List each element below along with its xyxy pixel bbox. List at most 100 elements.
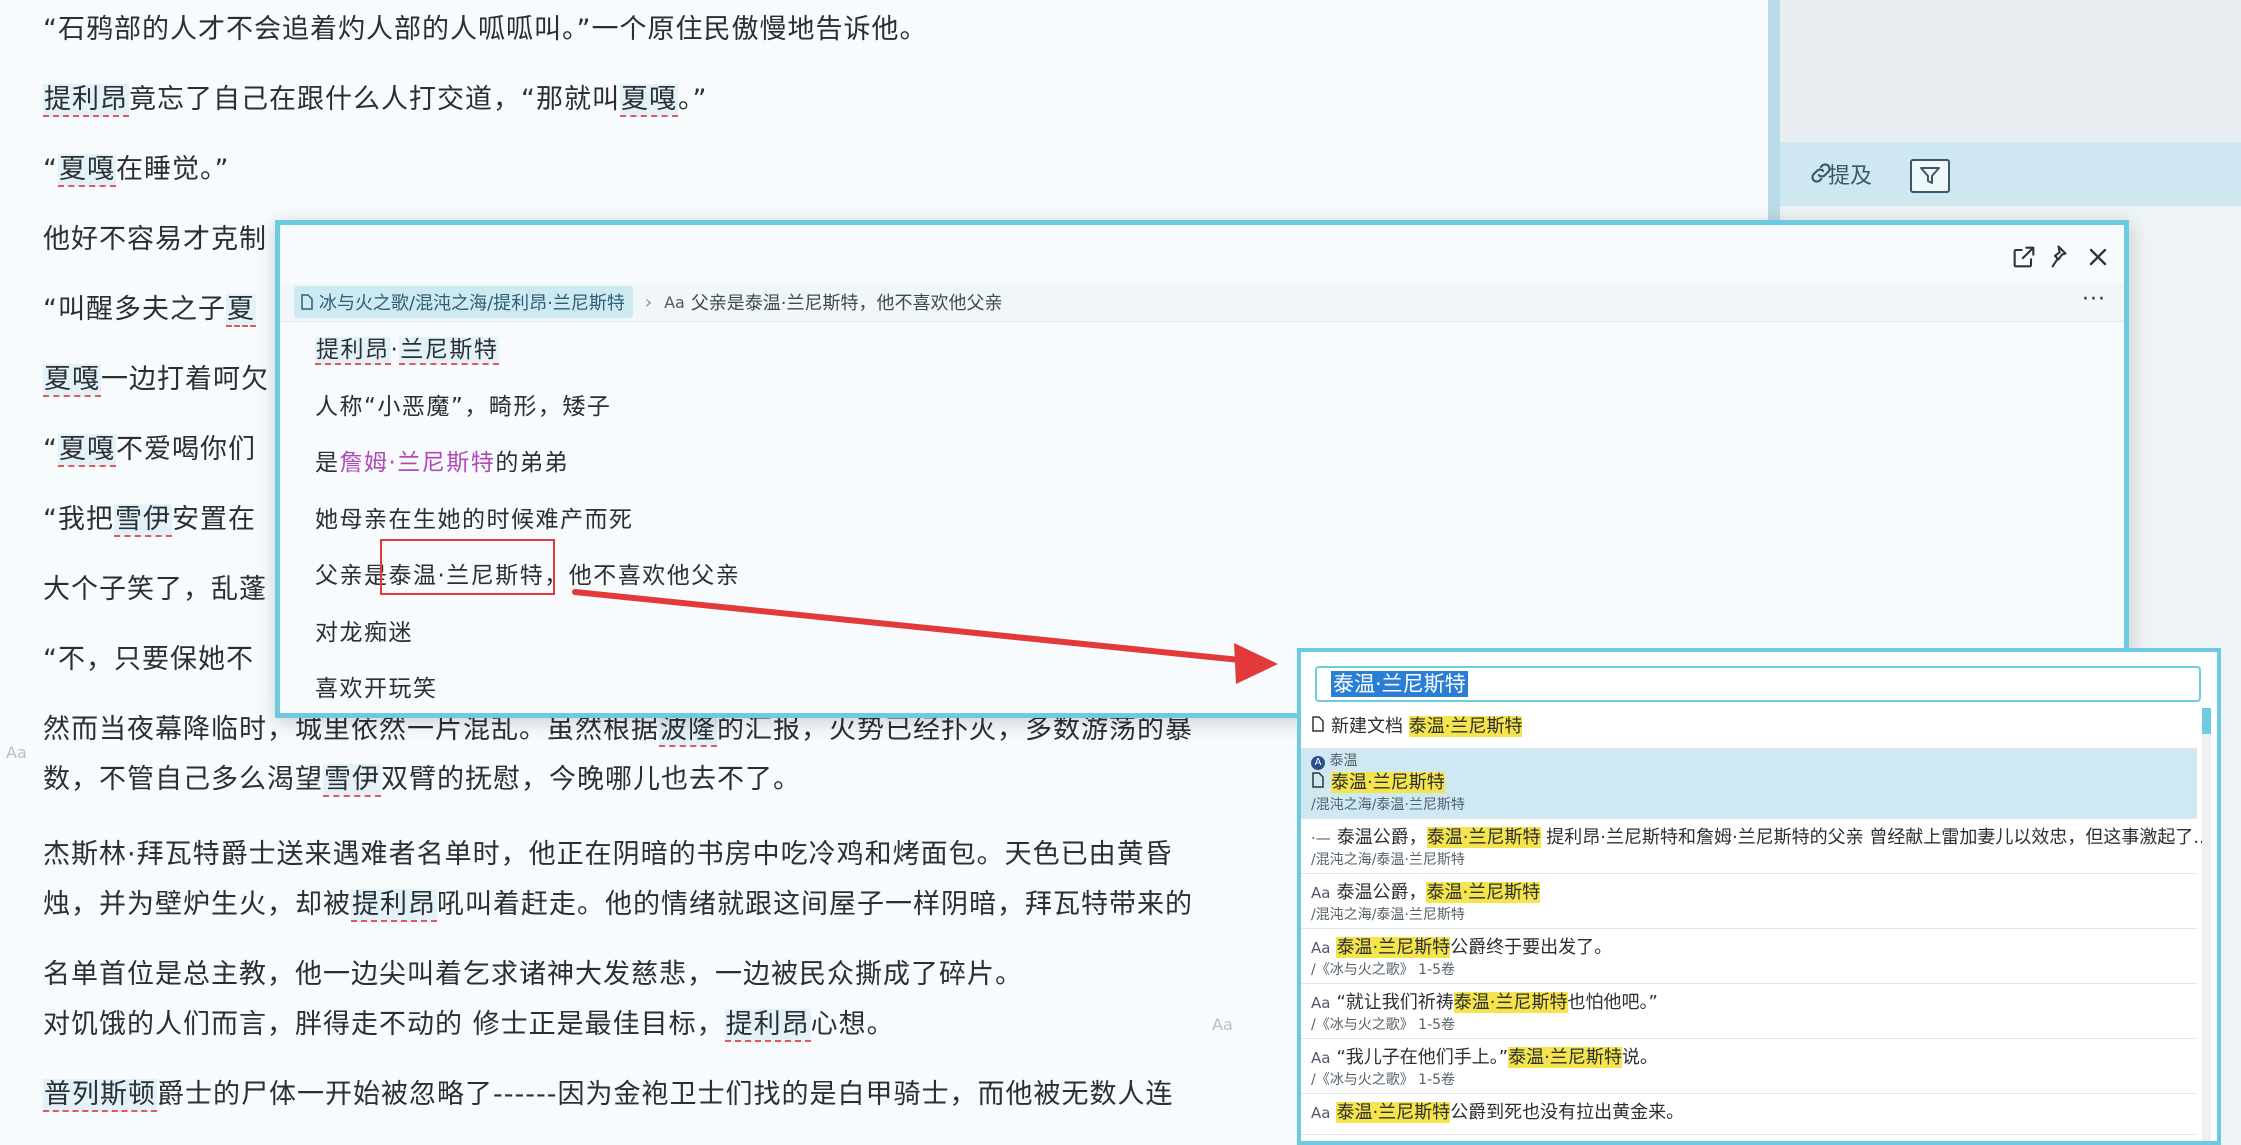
paragraph: 对饥饿的人们而言，胖得走不动的 修士正是最佳目标，提利昂心想。 (43, 999, 895, 1051)
text-span: 是 (315, 450, 340, 476)
text-span: 安置在 (172, 504, 256, 535)
result-path: /混沌之海/泰温·兰尼斯特 (1311, 797, 1465, 813)
search-results-panel: 泰温·兰尼斯特 新建文档 泰温·兰尼斯特 A 泰温 泰温·兰尼斯特/混沌之海/泰温·… (1297, 648, 2221, 1145)
text-span: 泰温公爵， (1336, 827, 1427, 848)
doc-link[interactable]: 夏 (226, 294, 256, 327)
text-span: 也怕他吧。” (1567, 992, 1658, 1013)
text-span: “ (43, 434, 58, 465)
text-span: 竟忘了自己在跟什么人打交道，“那就叫 (129, 84, 620, 115)
search-result[interactable]: Aa “我儿子在他们手上。”泰温·兰尼斯特说。/《冰与火之歌》 1-5卷 (1301, 1039, 2197, 1094)
list-item[interactable]: 喜欢开玩笑 (315, 669, 438, 709)
search-result[interactable]: Aa 泰温·兰尼斯特公爵到死也没有拉出黄金来。 (1301, 1094, 2197, 1135)
text-span: “ (43, 154, 58, 185)
doc-link[interactable]: 提利昂 (724, 1009, 811, 1042)
doc-link[interactable]: 雪伊 (323, 764, 381, 797)
paragraph: “我把雪伊安置在 (43, 494, 256, 546)
mentions-label: 提及 (1828, 164, 1873, 189)
doc-link[interactable]: 兰尼斯特 (399, 337, 500, 365)
result-text: “就让我们祈祷泰温·兰尼斯特也怕他吧。” (1336, 990, 1658, 1016)
doc-link[interactable]: 詹姆·兰尼斯特 (340, 450, 496, 476)
text-span: “我儿子在他们手上。” (1336, 1047, 1509, 1068)
search-result[interactable]: Aa “就让我们祈祷泰温·兰尼斯特也怕他吧。”/《冰与火之歌》 1-5卷 (1301, 984, 2197, 1039)
text-span: “我把 (43, 504, 114, 535)
list-item[interactable]: 提利昂·兰尼斯特 (315, 330, 500, 370)
list-icon: ⋅— (1311, 829, 1331, 847)
text-span: 一边打着呵欠 (101, 364, 269, 395)
paragraph: 提利昂竟忘了自己在跟什么人打交道，“那就叫夏嘎。” (43, 74, 708, 126)
doc-link[interactable]: 提利昂 (315, 337, 391, 365)
paragraph: “石鸦部的人才不会追着灼人部的人呱呱叫。”一个原住民傲慢地告诉他。 (43, 4, 927, 56)
doc-link[interactable]: 提利昂 (351, 889, 437, 922)
result-alias: A 泰温 (1301, 749, 2197, 770)
chevron-right-icon: › (644, 291, 653, 313)
paragraph-type-icon: Aa (1311, 1104, 1331, 1122)
match-highlight: 泰温·兰尼斯特 (1408, 716, 1523, 737)
pin-icon[interactable] (2048, 243, 2076, 271)
filter-button[interactable] (1910, 159, 1950, 193)
paragraph-type-icon: Aa (1311, 1049, 1331, 1067)
text-span: 泰温公爵， (1336, 882, 1427, 903)
more-icon[interactable]: ··· (2082, 287, 2106, 312)
search-result[interactable]: ⋅— 泰温公爵，泰温·兰尼斯特 提利昂·兰尼斯特和詹姆·兰尼斯特的父亲 曾经献上雷… (1301, 819, 2211, 874)
doc-link[interactable]: 提利昂 (43, 84, 129, 117)
match-highlight: 泰温·兰尼斯特 (1426, 827, 1541, 848)
result-text: 新建文档 泰温·兰尼斯特 (1331, 714, 1523, 740)
block-popover: 冰与火之歌/混沌之海/提利昂·兰尼斯特 › Aa 父亲是泰温·兰尼斯特，他不喜欢… (275, 220, 2129, 718)
text-span: 喜欢开玩笑 (315, 676, 438, 702)
text-span: 的汇报，火势已经扑灭，多数游荡的暴 (717, 714, 1193, 745)
list-item[interactable]: 人称“小恶魔”，畸形，矮子 (315, 387, 611, 427)
results-scrollbar[interactable] (2202, 708, 2211, 1141)
search-input[interactable]: 泰温·兰尼斯特 (1315, 666, 2201, 702)
breadcrumb-block[interactable]: 父亲是泰温·兰尼斯特，他不喜欢他父亲 (691, 289, 1003, 315)
result-text: 泰温·兰尼斯特公爵到死也没有拉出黄金来。 (1336, 1100, 1684, 1126)
text-span: 在睡觉。” (116, 154, 230, 185)
text-span: · (390, 337, 400, 363)
paragraph: 大个子笑了，乱蓬 (43, 564, 267, 616)
text-span: “叫醒多夫之子 (43, 294, 226, 325)
doc-link[interactable]: 夏嘎 (58, 434, 116, 467)
text-span: “就让我们祈祷 (1336, 992, 1454, 1013)
filter-icon (1920, 167, 1940, 184)
text-span: 杰斯林·拜瓦特爵士送来遇难者名单时，他正在阴暗的书房中吃冷鸡和烤面包。天色已由黄… (43, 839, 1173, 870)
list-item[interactable]: 她母亲在生她的时候难产而死 (315, 500, 634, 540)
match-highlight: 泰温·兰尼斯特 (1508, 1047, 1622, 1068)
doc-link[interactable]: 夏嘎 (620, 84, 678, 117)
text-span: 数，不管自己多么渴望 (43, 764, 323, 795)
text-span: 的弟弟 (495, 450, 569, 476)
result-text: 泰温·兰尼斯特公爵终于要出发了。 (1336, 935, 1612, 961)
result-title: Aa “就让我们祈祷泰温·兰尼斯特也怕他吧。” (1301, 984, 2197, 1016)
doc-link[interactable]: 夏嘎 (58, 154, 116, 187)
file-icon (1311, 770, 1325, 796)
mentions-tab[interactable]: 提及 (1828, 158, 1872, 190)
search-result[interactable]: 新建文档 泰温·兰尼斯特 (1301, 708, 2197, 749)
doc-link[interactable]: 夏嘎 (43, 364, 101, 397)
result-path: /《冰与火之歌》 1-5卷 (1311, 962, 1456, 978)
result-list: 新建文档 泰温·兰尼斯特 A 泰温 泰温·兰尼斯特/混沌之海/泰温·兰尼斯特 ⋅— 泰温… (1301, 708, 2211, 1135)
list-item[interactable]: 是詹姆·兰尼斯特的弟弟 (315, 443, 569, 483)
search-result[interactable]: Aa 泰温公爵，泰温·兰尼斯特/混沌之海/泰温·兰尼斯特 (1301, 874, 2197, 929)
search-result[interactable]: Aa 泰温·兰尼斯特公爵终于要出发了。/《冰与火之歌》 1-5卷 (1301, 929, 2197, 984)
doc-link[interactable]: 普列斯顿 (43, 1079, 157, 1112)
paragraph: 他好不容易才克制 (43, 214, 267, 266)
mentions-bar: 提及 (1780, 142, 2241, 206)
file-icon (301, 294, 313, 310)
open-in-new-icon[interactable] (2010, 243, 2038, 271)
close-icon[interactable] (2084, 243, 2112, 271)
list-item[interactable]: 对龙痴迷 (315, 613, 413, 653)
doc-link[interactable]: 雪伊 (114, 504, 172, 537)
paragraph: “叫醒多夫之子夏 (43, 284, 256, 336)
result-title: ⋅— 泰温公爵，泰温·兰尼斯特 提利昂·兰尼斯特和詹姆·兰尼斯特的父亲 曾经献上雷… (1301, 819, 2211, 851)
paragraph-type-icon: Aa (1311, 994, 1331, 1012)
breadcrumb-doc[interactable]: 冰与火之歌/混沌之海/提利昂·兰尼斯特 (294, 286, 633, 318)
text-span: “不，只要保她不 (43, 644, 254, 675)
search-result[interactable]: A 泰温 泰温·兰尼斯特/混沌之海/泰温·兰尼斯特 (1301, 749, 2197, 819)
result-path: /混沌之海/泰温·兰尼斯特 (1311, 852, 1465, 868)
doc-link[interactable]: 波隆 (659, 714, 717, 747)
paragraph-type-icon: Aa (1311, 884, 1331, 902)
result-title: Aa 泰温·兰尼斯特公爵到死也没有拉出黄金来。 (1301, 1094, 2197, 1126)
alias-icon: A (1311, 756, 1325, 770)
result-text: “我儿子在他们手上。”泰温·兰尼斯特说。 (1336, 1045, 1658, 1071)
result-text: 泰温公爵，泰温·兰尼斯特 提利昂·兰尼斯特和詹姆·兰尼斯特的父亲 曾经献上雷加妻… (1337, 825, 2211, 851)
text-span: “石鸦部的人才不会追着灼人部的人呱呱叫。”一个原住民傲慢地告诉他。 (43, 14, 928, 45)
match-highlight: 泰温·兰尼斯特 (1331, 772, 1445, 793)
